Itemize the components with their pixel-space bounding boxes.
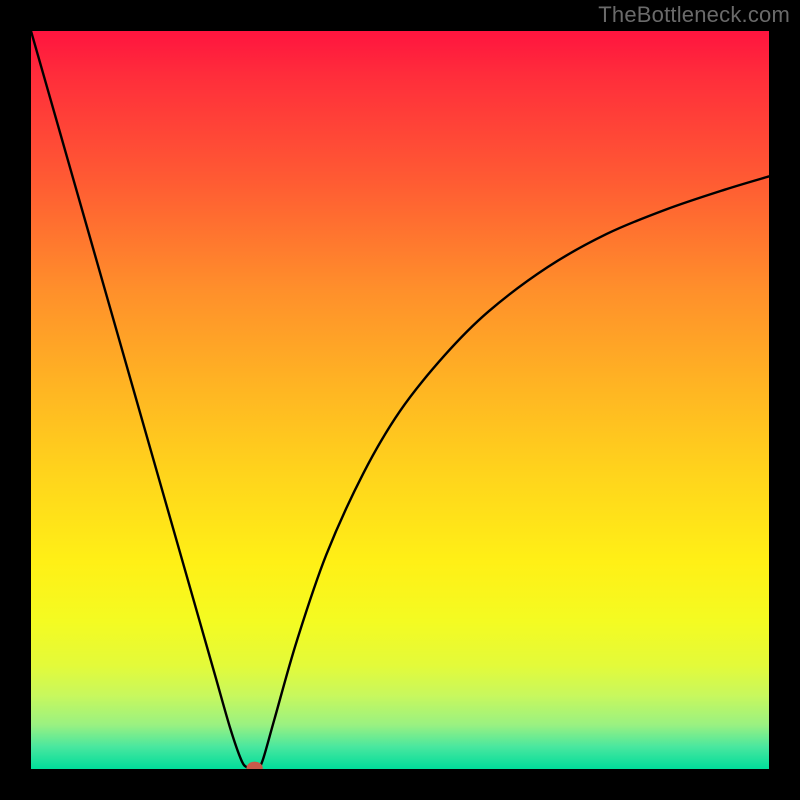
bottleneck-curve xyxy=(31,31,769,769)
chart-frame: TheBottleneck.com xyxy=(0,0,800,800)
curve-svg xyxy=(31,31,769,769)
minimum-marker-dot xyxy=(246,762,262,769)
watermark-text: TheBottleneck.com xyxy=(598,2,790,28)
plot-area xyxy=(31,31,769,769)
